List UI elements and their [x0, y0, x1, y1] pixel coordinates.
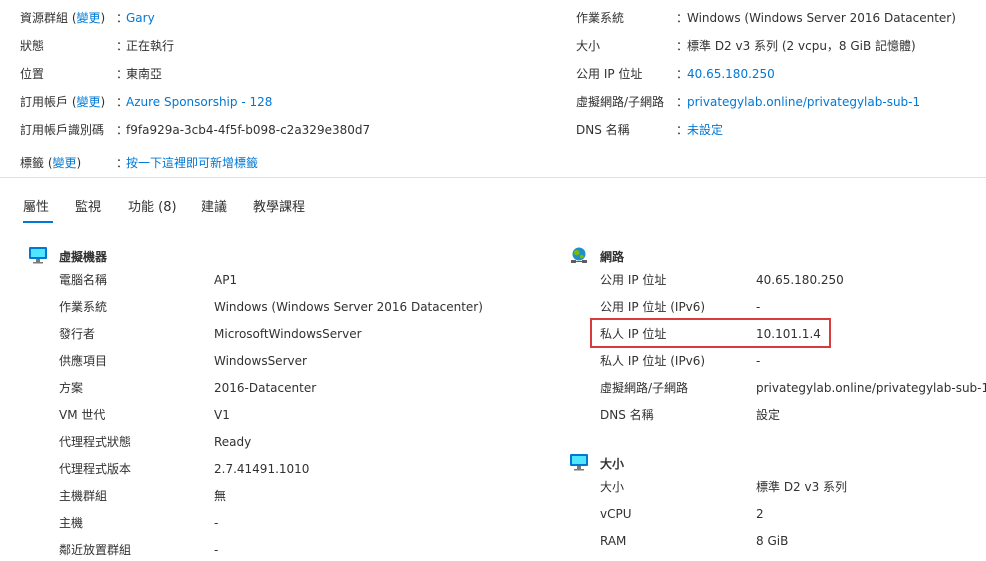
prop-value: 2	[756, 507, 764, 521]
prop-value: -	[756, 354, 761, 368]
prop-value: -	[756, 300, 761, 314]
prop-label: DNS 名稱	[600, 408, 654, 422]
subscription-link[interactable]: Azure Sponsorship - 128	[126, 92, 272, 112]
ess-public-ip-label: 公用 IP 位址	[576, 67, 643, 81]
ess-tags-label: 標籤 (變更)	[20, 153, 81, 173]
resource-group-link[interactable]: Gary	[126, 8, 155, 28]
essentials-divider	[0, 177, 986, 178]
prop-value: 標準 D2 v3 系列	[756, 480, 848, 494]
prop-label: 供應項目	[59, 354, 108, 368]
prop-value: WindowsServer	[214, 354, 307, 368]
network-globe-icon	[569, 246, 589, 264]
prop-label: 公用 IP 位址 (IPv6)	[600, 300, 706, 314]
label-end: )	[76, 156, 82, 170]
prop-value: 2016-Datacenter	[214, 381, 317, 395]
prop-value: 8 GiB	[756, 534, 789, 548]
size-section-title: 大小	[600, 457, 625, 471]
public-ip-link[interactable]: 40.65.180.250	[687, 64, 775, 84]
monitor-icon	[28, 246, 48, 264]
label-text: 標籤 (	[20, 156, 53, 170]
ess-os-label: 作業系統	[576, 11, 625, 25]
prop-value: 2.7.41491.1010	[214, 462, 310, 476]
add-tags-link[interactable]: 按一下這裡即可新增標籤	[126, 153, 258, 173]
host-group-link[interactable]: 無	[214, 486, 226, 506]
vm-section-title: 虛擬機器	[59, 250, 108, 264]
status-value: 正在執行	[126, 39, 175, 53]
ess-subscription-id-label: 訂用帳戶識別碼	[20, 123, 105, 137]
network-section-title: 網路	[600, 250, 625, 264]
tab-capabilities[interactable]: 功能 (8)	[128, 196, 177, 215]
prop-label: 電腦名稱	[59, 273, 108, 287]
label-end: )	[100, 11, 106, 25]
ess-dns-label: DNS 名稱	[576, 123, 630, 137]
prop-label: 方案	[59, 381, 84, 395]
tab-tutorials[interactable]: 教學課程	[253, 196, 305, 215]
prop-label: 私人 IP 位址 (IPv6)	[600, 354, 706, 368]
private-ip-highlight-box	[590, 318, 831, 348]
ess-vnet-label: 虛擬網路/子網路	[576, 95, 665, 109]
tab-monitoring[interactable]: 監視	[75, 196, 101, 215]
prop-label: 公用 IP 位址	[600, 273, 667, 287]
label-text: 訂用帳戶 (	[20, 95, 77, 109]
tab-recommendations[interactable]: 建議	[201, 196, 227, 215]
change-subscription-link[interactable]: 變更	[77, 95, 101, 109]
prop-label: 代理程式狀態	[59, 435, 132, 449]
active-tab-indicator	[23, 221, 53, 223]
monitor-icon	[569, 453, 589, 471]
change-resource-group-link[interactable]: 變更	[77, 11, 101, 25]
prop-label: 鄰近放置群組	[59, 543, 132, 557]
tab-properties[interactable]: 屬性	[23, 196, 49, 215]
ess-subscription-label: 訂用帳戶 (變更)	[20, 92, 105, 112]
prop-label: 虛擬網路/子網路	[600, 381, 689, 395]
label-end: )	[100, 95, 106, 109]
ess-location-label: 位置	[20, 67, 45, 81]
size-value: 標準 D2 v3 系列 (2 vcpu，8 GiB 記憶體)	[687, 39, 916, 53]
ess-resource-group-label: 資源群組 (變更)	[20, 8, 105, 28]
ess-status-label: 狀態	[20, 39, 45, 53]
vnet-link[interactable]: privategylab.online/privategylab-sub-1	[687, 92, 920, 112]
os-value: Windows (Windows Server 2016 Datacenter)	[687, 11, 956, 25]
prop-value: MicrosoftWindowsServer	[214, 327, 362, 341]
network-vnet-link[interactable]: privategylab.online/privategylab-sub-1	[756, 378, 986, 398]
network-dns-configure-link[interactable]: 設定	[756, 405, 780, 425]
prop-label: 主機群組	[59, 489, 108, 503]
prop-label: 大小	[600, 480, 625, 494]
label-text: 資源群組 (	[20, 11, 77, 25]
change-tags-link[interactable]: 變更	[53, 156, 77, 170]
location-value: 東南亞	[126, 67, 163, 81]
prop-label: 作業系統	[59, 300, 108, 314]
prop-label: RAM	[600, 534, 627, 548]
prop-value: Ready	[214, 435, 252, 449]
prop-label: 發行者	[59, 327, 96, 341]
prop-value: Windows (Windows Server 2016 Datacenter)	[214, 300, 483, 314]
dns-configure-link[interactable]: 未設定	[687, 120, 723, 140]
prop-label: vCPU	[600, 507, 632, 521]
prop-value: V1	[214, 408, 230, 422]
prop-label: 主機	[59, 516, 84, 530]
prop-label: 代理程式版本	[59, 462, 132, 476]
subscription-id-value: f9fa929a-3cb4-4f5f-b098-c2a329e380d7	[126, 123, 371, 137]
network-public-ip-link[interactable]: 40.65.180.250	[756, 270, 844, 290]
prop-value: -	[214, 543, 219, 557]
ess-size-label: 大小	[576, 39, 601, 53]
prop-value: -	[214, 516, 219, 530]
prop-label: VM 世代	[59, 408, 106, 422]
prop-value: AP1	[214, 273, 238, 287]
